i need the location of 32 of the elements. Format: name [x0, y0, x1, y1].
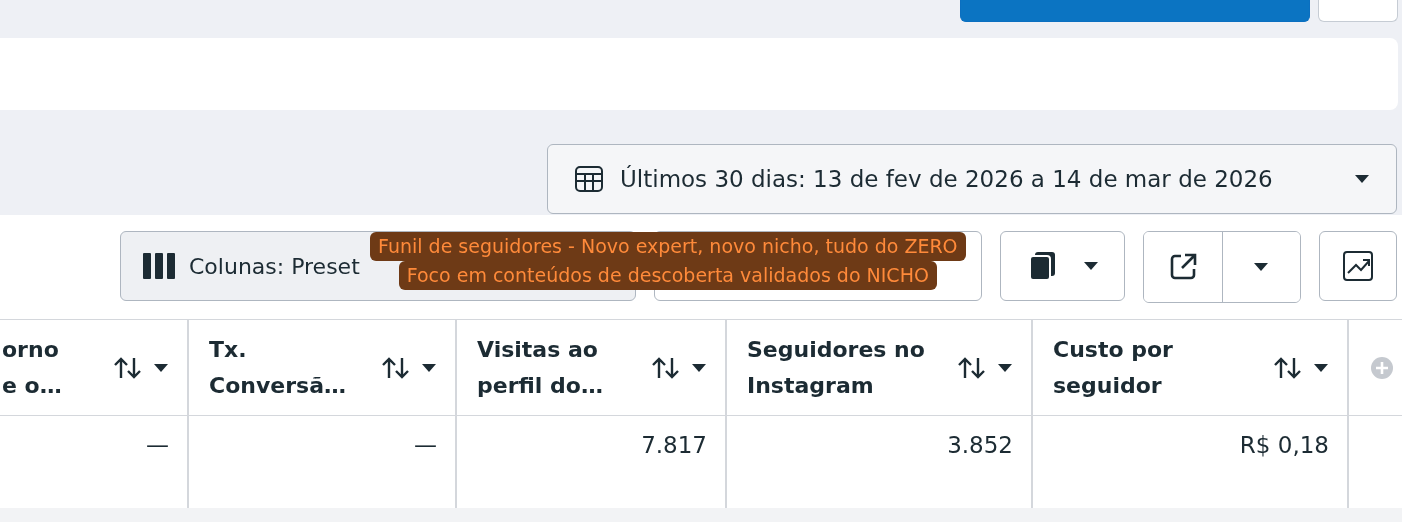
reports-button[interactable]: [999, 231, 1126, 301]
column-header[interactable]: Visitas ao perfil do…: [457, 320, 727, 415]
column-header[interactable]: Custo por seguidor: [1033, 320, 1349, 415]
column-header-label: orno e o…: [2, 335, 63, 400]
date-range-button[interactable]: Últimos 30 dias: 13 de fev de 2026 a 14 de mar de 2026: [547, 144, 1397, 214]
caret-icon: [691, 362, 707, 373]
column-header[interactable]: Seguidores no Instagram: [727, 320, 1033, 415]
chart-icon: [1342, 250, 1375, 282]
sort-icon[interactable]: [957, 355, 987, 380]
text-tooltip: Foco em conteúdos de descoberta validados do NICHO: [398, 261, 937, 290]
text-tooltip: Funil de seguidores - Novo expert, novo nicho, tudo do ZERO: [370, 232, 966, 261]
caret-icon: [1354, 174, 1370, 184]
column-header-label: Seguidores no Instagram: [747, 335, 926, 400]
caret-icon: [1253, 262, 1270, 272]
sort-icon[interactable]: [1273, 355, 1303, 380]
caret-icon: [421, 362, 437, 373]
caret-icon: [153, 362, 169, 373]
columns-icon: [143, 253, 175, 279]
column-header-label: Visitas ao perfil do…: [477, 335, 604, 400]
column-header[interactable]: orno e o…: [0, 320, 189, 415]
sort-icon[interactable]: [381, 355, 411, 380]
caret-icon: [997, 362, 1013, 373]
caret-icon: [1313, 362, 1329, 373]
caret-icon: [1082, 261, 1099, 271]
calendar-icon: [574, 164, 604, 194]
column-header[interactable]: Tx. Conversã…: [189, 320, 457, 415]
sort-icon[interactable]: [651, 355, 681, 380]
column-header-label: Custo por seguidor: [1053, 335, 1174, 400]
sort-icon[interactable]: [113, 355, 143, 380]
export-icon: [1168, 252, 1199, 282]
chart-button[interactable]: [1319, 231, 1397, 301]
column-header-label: Tx. Conversã…: [209, 335, 347, 400]
